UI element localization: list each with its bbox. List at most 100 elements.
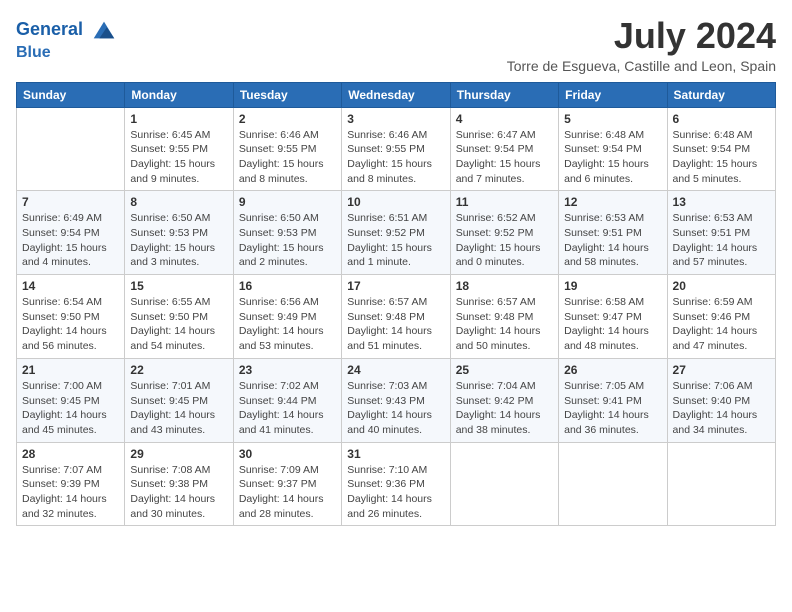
day-number: 19 xyxy=(564,279,661,293)
weekday-header-saturday: Saturday xyxy=(667,82,775,107)
calendar-cell: 26Sunrise: 7:05 AM Sunset: 9:41 PM Dayli… xyxy=(559,358,667,442)
day-number: 15 xyxy=(130,279,227,293)
day-number: 11 xyxy=(456,195,553,209)
calendar-cell: 23 Sunrise: 7:02 AM Sunset: 9:44 PM Dayli… xyxy=(233,358,341,442)
day-number: 22 xyxy=(130,363,227,377)
weekday-header-tuesday: Tuesday xyxy=(233,82,341,107)
calendar-cell: 6 Sunrise: 6:48 AM Sunset: 9:54 PM Daylig… xyxy=(667,107,775,191)
day-number: 17 xyxy=(347,279,444,293)
logo: General Blue xyxy=(16,16,118,62)
calendar-cell: 16Sunrise: 6:56 AM Sunset: 9:49 PM Dayli… xyxy=(233,275,341,359)
day-number: 3 xyxy=(347,112,444,126)
day-info: Sunrise: 7:02 AM Sunset: 9:44 PM Dayligh… xyxy=(239,379,336,438)
weekday-header-row: SundayMondayTuesdayWednesdayThursdayFrid… xyxy=(17,82,776,107)
day-info: Sunrise: 6:46 AM Sunset: 9:55 PM Dayligh… xyxy=(347,128,444,187)
calendar-cell: 24 Sunrise: 7:03 AM Sunset: 9:43 PM Dayli… xyxy=(342,358,450,442)
day-number: 26 xyxy=(564,363,661,377)
day-number: 24 xyxy=(347,363,444,377)
title-block: July 2024 Torre de Esgueva, Castille and… xyxy=(507,16,776,74)
day-info: Sunrise: 6:48 AM Sunset: 9:54 PM Dayligh… xyxy=(564,128,661,187)
weekday-header-sunday: Sunday xyxy=(17,82,125,107)
calendar-table: SundayMondayTuesdayWednesdayThursdayFrid… xyxy=(16,82,776,527)
calendar-cell: 20 Sunrise: 6:59 AM Sunset: 9:46 PM Dayli… xyxy=(667,275,775,359)
calendar-cell: 31 Sunrise: 7:10 AM Sunset: 9:36 PM Dayli… xyxy=(342,442,450,526)
day-number: 7 xyxy=(22,195,119,209)
calendar-cell: 4 Sunrise: 6:47 AM Sunset: 9:54 PM Daylig… xyxy=(450,107,558,191)
day-number: 16 xyxy=(239,279,336,293)
calendar-cell: 28 Sunrise: 7:07 AM Sunset: 9:39 PM Dayli… xyxy=(17,442,125,526)
day-number: 28 xyxy=(22,447,119,461)
day-number: 31 xyxy=(347,447,444,461)
day-number: 14 xyxy=(22,279,119,293)
calendar-cell xyxy=(667,442,775,526)
day-info: Sunrise: 6:45 AM Sunset: 9:55 PM Dayligh… xyxy=(130,128,227,187)
calendar-week-row: 1Sunrise: 6:45 AM Sunset: 9:55 PM Daylig… xyxy=(17,107,776,191)
weekday-header-monday: Monday xyxy=(125,82,233,107)
calendar-cell: 8Sunrise: 6:50 AM Sunset: 9:53 PM Daylig… xyxy=(125,191,233,275)
weekday-header-wednesday: Wednesday xyxy=(342,82,450,107)
calendar-cell: 3 Sunrise: 6:46 AM Sunset: 9:55 PM Daylig… xyxy=(342,107,450,191)
calendar-cell: 30 Sunrise: 7:09 AM Sunset: 9:37 PM Dayli… xyxy=(233,442,341,526)
day-info: Sunrise: 7:07 AM Sunset: 9:39 PM Dayligh… xyxy=(22,463,119,522)
day-info: Sunrise: 6:59 AM Sunset: 9:46 PM Dayligh… xyxy=(673,295,770,354)
calendar-cell: 5Sunrise: 6:48 AM Sunset: 9:54 PM Daylig… xyxy=(559,107,667,191)
calendar-cell: 11 Sunrise: 6:52 AM Sunset: 9:52 PM Dayli… xyxy=(450,191,558,275)
calendar-cell xyxy=(17,107,125,191)
day-info: Sunrise: 7:09 AM Sunset: 9:37 PM Dayligh… xyxy=(239,463,336,522)
calendar-cell: 22 Sunrise: 7:01 AM Sunset: 9:45 PM Dayli… xyxy=(125,358,233,442)
day-number: 8 xyxy=(130,195,227,209)
day-info: Sunrise: 7:01 AM Sunset: 9:45 PM Dayligh… xyxy=(130,379,227,438)
calendar-cell: 10 Sunrise: 6:51 AM Sunset: 9:52 PM Dayli… xyxy=(342,191,450,275)
day-info: Sunrise: 6:47 AM Sunset: 9:54 PM Dayligh… xyxy=(456,128,553,187)
location: Torre de Esgueva, Castille and Leon, Spa… xyxy=(507,58,776,74)
calendar-cell: 19 Sunrise: 6:58 AM Sunset: 9:47 PM Dayli… xyxy=(559,275,667,359)
calendar-week-row: 7Sunrise: 6:49 AM Sunset: 9:54 PM Daylig… xyxy=(17,191,776,275)
day-number: 29 xyxy=(130,447,227,461)
calendar-cell: 17 Sunrise: 6:57 AM Sunset: 9:48 PM Dayli… xyxy=(342,275,450,359)
day-number: 18 xyxy=(456,279,553,293)
day-info: Sunrise: 6:50 AM Sunset: 9:53 PM Dayligh… xyxy=(239,211,336,270)
weekday-header-thursday: Thursday xyxy=(450,82,558,107)
day-number: 30 xyxy=(239,447,336,461)
calendar-cell: 21 Sunrise: 7:00 AM Sunset: 9:45 PM Dayli… xyxy=(17,358,125,442)
weekday-header-friday: Friday xyxy=(559,82,667,107)
day-info: Sunrise: 6:51 AM Sunset: 9:52 PM Dayligh… xyxy=(347,211,444,270)
day-info: Sunrise: 6:57 AM Sunset: 9:48 PM Dayligh… xyxy=(347,295,444,354)
calendar-cell: 27Sunrise: 7:06 AM Sunset: 9:40 PM Dayli… xyxy=(667,358,775,442)
logo-blue-text: Blue xyxy=(16,44,118,62)
calendar-cell: 12Sunrise: 6:53 AM Sunset: 9:51 PM Dayli… xyxy=(559,191,667,275)
day-info: Sunrise: 7:03 AM Sunset: 9:43 PM Dayligh… xyxy=(347,379,444,438)
month-title: July 2024 xyxy=(507,16,776,56)
calendar-week-row: 28 Sunrise: 7:07 AM Sunset: 9:39 PM Dayli… xyxy=(17,442,776,526)
calendar-cell: 13Sunrise: 6:53 AM Sunset: 9:51 PM Dayli… xyxy=(667,191,775,275)
logo-icon xyxy=(90,16,118,44)
calendar-cell xyxy=(450,442,558,526)
day-info: Sunrise: 6:54 AM Sunset: 9:50 PM Dayligh… xyxy=(22,295,119,354)
day-info: Sunrise: 6:52 AM Sunset: 9:52 PM Dayligh… xyxy=(456,211,553,270)
logo-text: General xyxy=(16,16,118,44)
day-number: 12 xyxy=(564,195,661,209)
calendar-week-row: 21 Sunrise: 7:00 AM Sunset: 9:45 PM Dayli… xyxy=(17,358,776,442)
day-number: 6 xyxy=(673,112,770,126)
day-info: Sunrise: 6:48 AM Sunset: 9:54 PM Dayligh… xyxy=(673,128,770,187)
day-number: 20 xyxy=(673,279,770,293)
calendar-cell: 1Sunrise: 6:45 AM Sunset: 9:55 PM Daylig… xyxy=(125,107,233,191)
day-number: 4 xyxy=(456,112,553,126)
calendar-cell: 15Sunrise: 6:55 AM Sunset: 9:50 PM Dayli… xyxy=(125,275,233,359)
day-info: Sunrise: 7:06 AM Sunset: 9:40 PM Dayligh… xyxy=(673,379,770,438)
day-number: 21 xyxy=(22,363,119,377)
day-number: 25 xyxy=(456,363,553,377)
day-number: 13 xyxy=(673,195,770,209)
calendar-cell: 14 Sunrise: 6:54 AM Sunset: 9:50 PM Dayli… xyxy=(17,275,125,359)
calendar-cell: 7Sunrise: 6:49 AM Sunset: 9:54 PM Daylig… xyxy=(17,191,125,275)
calendar-cell: 29Sunrise: 7:08 AM Sunset: 9:38 PM Dayli… xyxy=(125,442,233,526)
calendar-cell: 2Sunrise: 6:46 AM Sunset: 9:55 PM Daylig… xyxy=(233,107,341,191)
day-info: Sunrise: 7:10 AM Sunset: 9:36 PM Dayligh… xyxy=(347,463,444,522)
day-number: 10 xyxy=(347,195,444,209)
day-info: Sunrise: 7:00 AM Sunset: 9:45 PM Dayligh… xyxy=(22,379,119,438)
day-number: 23 xyxy=(239,363,336,377)
calendar-cell: 25 Sunrise: 7:04 AM Sunset: 9:42 PM Dayli… xyxy=(450,358,558,442)
day-info: Sunrise: 7:04 AM Sunset: 9:42 PM Dayligh… xyxy=(456,379,553,438)
page-header: General Blue July 2024 Torre de Esgueva,… xyxy=(16,16,776,74)
day-info: Sunrise: 6:58 AM Sunset: 9:47 PM Dayligh… xyxy=(564,295,661,354)
